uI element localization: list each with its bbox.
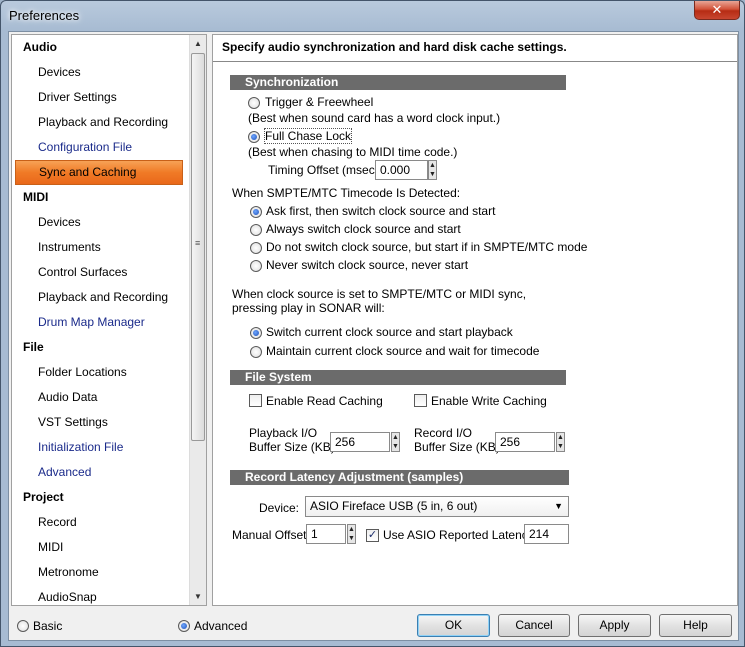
manual-offset-label: Manual Offset:	[232, 528, 310, 542]
settings-panel: Specify audio synchronization and hard d…	[212, 34, 738, 606]
record-buffer-label-1: Record I/O	[414, 426, 473, 440]
help-button[interactable]: Help	[659, 614, 732, 637]
title-bar[interactable]: Preferences ✕	[1, 1, 744, 31]
preferences-window: Preferences ✕ Audio Devices Driver Setti…	[0, 0, 745, 647]
playback-buffer-input[interactable]: 256	[330, 432, 390, 452]
category-tree: Audio Devices Driver Settings Playback a…	[11, 34, 207, 606]
smpte-option-label: Ask first, then switch clock source and …	[266, 204, 496, 218]
sidebar-item-metronome[interactable]: Metronome	[12, 560, 188, 585]
sidebar-item-sync-caching[interactable]: Sync and Caching	[15, 160, 183, 185]
close-button[interactable]: ✕	[694, 1, 740, 20]
record-buffer-input[interactable]: 256	[495, 432, 555, 452]
radio-switch-and-start[interactable]	[250, 327, 262, 339]
sidebar-item-record[interactable]: Record	[12, 510, 188, 535]
radio-smpte-do-not-switch[interactable]	[250, 242, 262, 254]
playback-buffer-spinner[interactable]: ▲ ▼	[391, 432, 400, 452]
play-option-label: Maintain current clock source and wait f…	[266, 344, 540, 358]
record-buffer-spinner[interactable]: ▲ ▼	[556, 432, 565, 452]
basic-label: Basic	[33, 619, 63, 633]
trigger-freewheel-note: (Best when sound card has a word clock i…	[248, 111, 501, 125]
sidebar-item-audio-devices[interactable]: Devices	[12, 60, 188, 85]
manual-offset-input[interactable]: 1	[306, 524, 346, 544]
smpte-heading: When SMPTE/MTC Timecode Is Detected:	[232, 186, 461, 200]
category-project[interactable]: Project	[12, 485, 188, 510]
sidebar-item-midi-devices[interactable]: Devices	[12, 210, 188, 235]
sidebar-item-midi-playback-recording[interactable]: Playback and Recording	[12, 285, 188, 310]
sidebar-item-folder-locations[interactable]: Folder Locations	[12, 360, 188, 385]
panel-header: Specify audio synchronization and hard d…	[213, 35, 737, 62]
timing-offset-spinner[interactable]: ▲ ▼	[428, 160, 437, 180]
full-chase-lock-label: Full Chase Lock	[263, 128, 353, 144]
use-asio-latency-label: Use ASIO Reported Latency:	[383, 528, 538, 542]
ok-button[interactable]: OK	[417, 614, 490, 637]
apply-button[interactable]: Apply	[578, 614, 651, 637]
advanced-label: Advanced	[194, 619, 248, 633]
sidebar-item-driver-settings[interactable]: Driver Settings	[12, 85, 188, 110]
sidebar-item-configuration-file[interactable]: Configuration File	[12, 135, 188, 160]
radio-advanced[interactable]	[178, 620, 190, 632]
scrollbar-thumb[interactable]: ≡	[191, 53, 205, 441]
smpte-option-label: Always switch clock source and start	[266, 222, 461, 236]
enable-write-caching-checkbox[interactable]	[414, 394, 427, 407]
category-file[interactable]: File	[12, 335, 188, 360]
enable-write-caching-label: Enable Write Caching	[431, 394, 547, 408]
section-record-latency: Record Latency Adjustment (samples)	[230, 470, 569, 485]
sidebar-item-vst-settings[interactable]: VST Settings	[12, 410, 188, 435]
sidebar-item-audiosnap[interactable]: AudioSnap	[12, 585, 188, 605]
sidebar-item-advanced[interactable]: Advanced	[12, 460, 188, 485]
use-asio-latency-checkbox[interactable]: ✓	[366, 529, 379, 542]
smpte-option-label: Never switch clock source, never start	[266, 258, 469, 272]
radio-maintain-and-wait[interactable]	[250, 346, 262, 358]
device-dropdown-value: ASIO Fireface USB (5 in, 6 out)	[310, 499, 478, 513]
radio-full-chase-lock[interactable]	[248, 131, 260, 143]
section-file-system: File System	[230, 370, 566, 385]
full-chase-lock-note: (Best when chasing to MIDI time code.)	[248, 145, 458, 159]
sidebar-scrollbar[interactable]: ▲ ≡ ▼	[189, 35, 206, 605]
play-heading-line-2: pressing play in SONAR will:	[232, 301, 385, 315]
radio-smpte-always[interactable]	[250, 224, 262, 236]
radio-basic[interactable]	[17, 620, 29, 632]
sidebar-item-instruments[interactable]: Instruments	[12, 235, 188, 260]
sidebar-item-audio-data[interactable]: Audio Data	[12, 385, 188, 410]
sidebar-item-control-surfaces[interactable]: Control Surfaces	[12, 260, 188, 285]
enable-read-caching-label: Enable Read Caching	[266, 394, 383, 408]
playback-buffer-label-2: Buffer Size (KB):	[249, 440, 339, 454]
timing-offset-input[interactable]: 0.000	[375, 160, 428, 180]
window-title: Preferences	[9, 8, 80, 23]
manual-offset-spinner[interactable]: ▲ ▼	[347, 524, 356, 544]
device-dropdown[interactable]: ASIO Fireface USB (5 in, 6 out) ▼	[305, 496, 569, 517]
radio-trigger-freewheel[interactable]	[248, 97, 260, 109]
sidebar-item-drum-map-manager[interactable]: Drum Map Manager	[12, 310, 188, 335]
chevron-down-icon: ▼	[554, 501, 563, 511]
sidebar-item-project-midi[interactable]: MIDI	[12, 535, 188, 560]
trigger-freewheel-label: Trigger & Freewheel	[265, 95, 374, 109]
play-heading-line-1: When clock source is set to SMPTE/MTC or…	[232, 287, 527, 301]
enable-read-caching-checkbox[interactable]	[249, 394, 262, 407]
record-buffer-label-2: Buffer Size (KB):	[414, 440, 504, 454]
cancel-button[interactable]: Cancel	[498, 614, 570, 637]
playback-buffer-label-1: Playback I/O	[249, 426, 318, 440]
dialog-client: Audio Devices Driver Settings Playback a…	[8, 31, 739, 641]
play-option-label: Switch current clock source and start pl…	[266, 325, 513, 339]
device-label: Device:	[259, 501, 300, 515]
category-audio[interactable]: Audio	[12, 35, 188, 60]
scroll-up-icon[interactable]: ▲	[190, 35, 206, 52]
timing-offset-label: Timing Offset (msec):	[268, 163, 383, 177]
sidebar-item-initialization-file[interactable]: Initialization File	[12, 435, 188, 460]
scroll-down-icon[interactable]: ▼	[190, 588, 206, 605]
section-synchronization: Synchronization	[230, 75, 566, 90]
radio-smpte-ask-first[interactable]	[250, 206, 262, 218]
category-midi[interactable]: MIDI	[12, 185, 188, 210]
radio-smpte-never[interactable]	[250, 260, 262, 272]
smpte-option-label: Do not switch clock source, but start if…	[266, 240, 588, 254]
sidebar-item-audio-playback-recording[interactable]: Playback and Recording	[12, 110, 188, 135]
asio-latency-value: 214	[524, 524, 569, 544]
